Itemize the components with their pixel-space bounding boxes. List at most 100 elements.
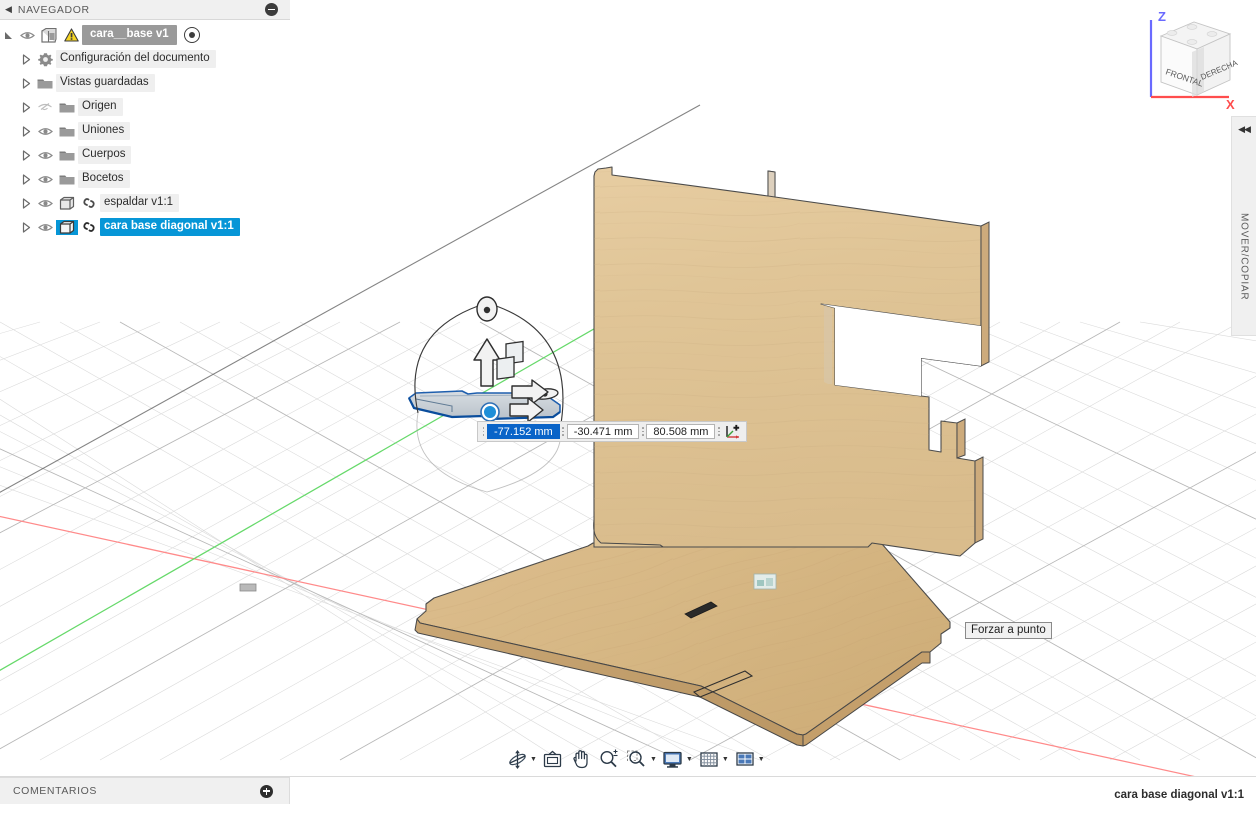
viewcube-z-label: Z [1158, 9, 1166, 24]
eye-icon[interactable] [34, 222, 56, 233]
hand-pan-icon [569, 747, 593, 771]
origin-point-marker [239, 583, 257, 592]
z-distance-input[interactable]: 80.508 mm [646, 424, 716, 439]
link-icon [78, 196, 100, 210]
viewports-button[interactable]: ▼ [731, 744, 767, 774]
eye-icon[interactable] [34, 150, 56, 161]
sidebar-item-cara-base-diagonal[interactable]: cara base diagonal v1:1 [0, 215, 290, 239]
zoom-button[interactable] [595, 744, 623, 774]
chevron-down-icon[interactable]: ▼ [650, 756, 657, 763]
move-copy-side-panel[interactable]: ◀◀ MOVER/COPIAR [1231, 116, 1256, 336]
sidebar-item-label[interactable]: Origen [78, 98, 123, 116]
sidebar-item-label[interactable]: cara base diagonal v1:1 [100, 218, 240, 236]
base-plate-body[interactable] [414, 542, 951, 747]
viewport-layout-icon [733, 747, 757, 771]
sidebar-item-label[interactable]: Uniones [78, 122, 131, 140]
snap-tooltip: Forzar a punto [965, 622, 1052, 639]
sidebar-item-label[interactable]: Vistas guardadas [56, 74, 155, 92]
comments-panel[interactable]: COMENTARIOS [0, 777, 290, 804]
expand-triangle-icon[interactable] [0, 77, 34, 89]
eye-icon[interactable] [16, 30, 38, 41]
chevron-down-icon[interactable]: ▼ [530, 756, 537, 763]
warning-triangle-icon [60, 28, 82, 42]
status-bar-active-component: cara base diagonal v1:1 [1114, 789, 1244, 801]
expand-triangle-icon[interactable] [0, 221, 34, 233]
grid-icon [697, 747, 721, 771]
view-cube[interactable]: Z X FRONTAL DERECHA [1134, 4, 1250, 114]
sidebar-item-espaldar[interactable]: espaldar v1:1 [0, 191, 290, 215]
pan-button[interactable] [567, 744, 595, 774]
folder-icon [56, 173, 78, 186]
tree-root-row[interactable]: cara__base v1 [0, 23, 290, 47]
move-copy-label: MOVER/COPIAR [1238, 213, 1250, 301]
eye-icon[interactable] [34, 174, 56, 185]
chevron-down-icon[interactable]: ▼ [758, 756, 765, 763]
sidebar-item-label[interactable]: espaldar v1:1 [100, 194, 180, 212]
expand-triangle-icon[interactable] [0, 197, 34, 209]
sidebar-item-label[interactable]: Bocetos [78, 170, 130, 188]
orbit-icon [505, 747, 529, 771]
collapse-left-icon[interactable]: ◀ [5, 5, 12, 14]
view-tools-group[interactable]: ▼ ▼ ▼ ▼ ▼ [503, 743, 767, 775]
eye-icon[interactable] [34, 198, 56, 209]
chevron-down-icon[interactable]: ▼ [722, 756, 729, 763]
plane-handle-2 [496, 356, 515, 380]
y-distance-input[interactable]: -30.471 mm [566, 424, 640, 439]
dimension-input-row[interactable]: -77.152 mm -30.471 mm 80.508 mm [477, 421, 748, 442]
link-icon [78, 220, 100, 234]
root-component-label[interactable]: cara__base v1 [82, 25, 177, 45]
x-distance-input[interactable]: -77.152 mm [487, 424, 560, 439]
drag-grip-icon[interactable] [480, 424, 487, 439]
navigator-header[interactable]: ◀ NAVEGADOR [0, 0, 290, 20]
navigator-panel[interactable]: ◀ NAVEGADOR cara__base v1 Configuración … [0, 0, 290, 239]
expand-triangle-icon[interactable] [0, 173, 34, 185]
double-chevron-left-icon[interactable]: ◀◀ [1238, 124, 1251, 135]
look-at-icon [541, 747, 565, 771]
look-at-button[interactable] [539, 744, 567, 774]
sidebar-item-saved-views[interactable]: Vistas guardadas [0, 71, 290, 95]
folder-icon [56, 125, 78, 138]
navigator-title: NAVEGADOR [17, 3, 90, 16]
viewcube-x-label: X [1226, 97, 1235, 112]
expand-triangle-icon[interactable] [0, 101, 34, 113]
move-triad-icon[interactable] [722, 423, 744, 440]
sidebar-item-bodies[interactable]: Cuerpos [0, 143, 290, 167]
body-cube-icon [56, 196, 78, 211]
field-options-icon-2[interactable] [639, 424, 646, 439]
zoom-window-icon [625, 747, 649, 771]
field-options-icon-3[interactable] [715, 424, 722, 439]
display-settings-button[interactable]: ▼ [659, 744, 695, 774]
expand-triangle-icon[interactable] [0, 125, 34, 137]
folder-icon [56, 101, 78, 114]
navigator-tree[interactable]: cara__base v1 Configuración del document… [0, 20, 290, 239]
zoom-plusminus-icon [597, 747, 621, 771]
sidebar-item-label[interactable]: Configuración del documento [56, 50, 216, 68]
folder-icon [34, 77, 56, 90]
gear-icon [34, 52, 56, 67]
grid-snaps-button[interactable]: ▼ [695, 744, 731, 774]
expand-triangle-icon[interactable] [0, 53, 34, 65]
eye-icon[interactable] [34, 126, 56, 137]
sidebar-item-sketches[interactable]: Bocetos [0, 167, 290, 191]
plus-circle-icon[interactable] [260, 784, 273, 798]
minus-circle-icon[interactable] [265, 3, 278, 16]
translate-z-arrow [473, 338, 501, 387]
expand-triangle-icon[interactable] [0, 30, 16, 41]
fit-button[interactable]: ▼ [623, 744, 659, 774]
folder-icon [56, 149, 78, 162]
orbit-button[interactable]: ▼ [503, 744, 539, 774]
sidebar-item-document-settings[interactable]: Configuración del documento [0, 47, 290, 71]
expand-triangle-icon[interactable] [0, 149, 34, 161]
body-cube-icon [56, 219, 78, 235]
sidebar-item-origin[interactable]: Origen [0, 95, 290, 119]
chevron-down-icon[interactable]: ▼ [686, 756, 693, 763]
monitor-icon [661, 747, 685, 771]
radio-target-icon[interactable] [183, 27, 200, 43]
eye-hidden-icon[interactable] [34, 101, 56, 113]
component-icon [38, 27, 60, 43]
field-options-icon-1[interactable] [560, 424, 567, 439]
comments-title: COMENTARIOS [13, 785, 97, 797]
sidebar-item-joints[interactable]: Uniones [0, 119, 290, 143]
gizmo-origin-handle [484, 406, 496, 418]
sidebar-item-label[interactable]: Cuerpos [78, 146, 132, 164]
